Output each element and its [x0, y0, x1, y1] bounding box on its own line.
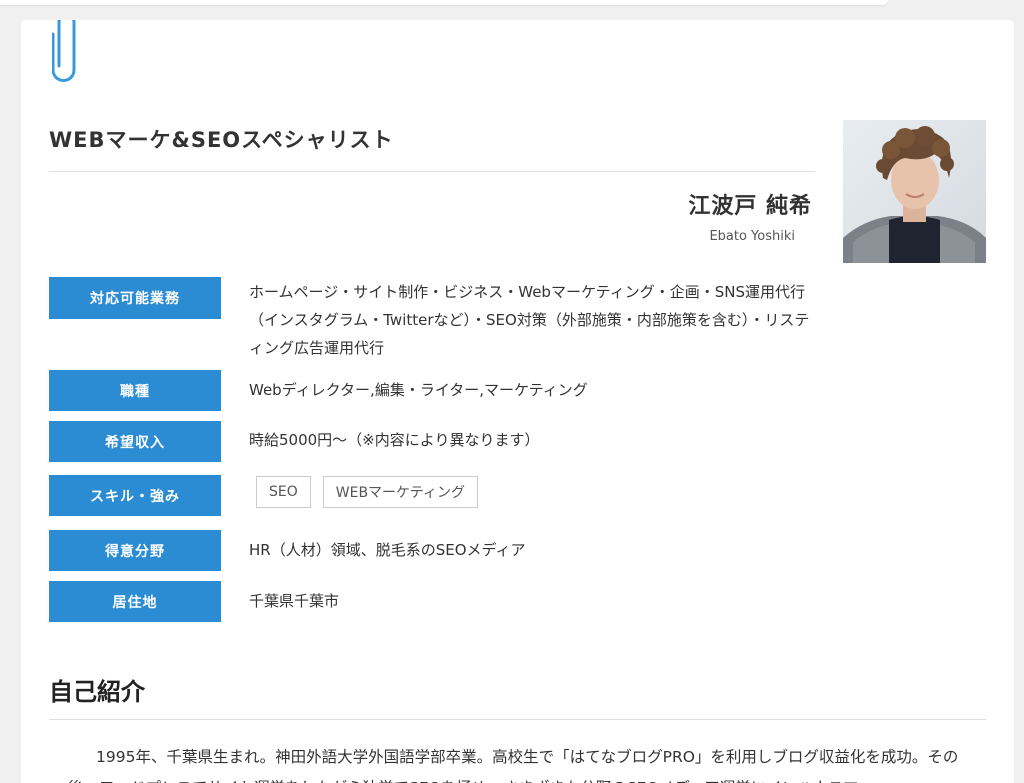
- detail-value-services: ホームページ・サイト制作・ビジネス・Webマーケティング・企画・SNS運用代行（…: [249, 283, 810, 357]
- detail-value-occupation: Webディレクター,編集・ライター,マーケティング: [249, 381, 588, 399]
- skill-tag: SEO: [256, 476, 311, 508]
- detail-label-residence: 居住地: [49, 581, 221, 622]
- detail-label-desired-income: 希望収入: [49, 421, 221, 462]
- intro-divider: [49, 719, 986, 720]
- detail-label-skills: スキル・強み: [49, 475, 221, 516]
- detail-label-specialty: 得意分野: [49, 530, 221, 571]
- profile-card: WEBマーケ&SEOスペシャリスト 江波戸 純希 Ebato Yoshiki 対…: [21, 20, 1014, 783]
- detail-value-desired-income: 時給5000円〜（※内容により異なります）: [249, 431, 540, 449]
- paperclip-icon: [52, 20, 76, 82]
- title-divider: [49, 171, 815, 172]
- skill-tag: WEBマーケティング: [322, 476, 478, 508]
- page-title: WEBマーケ&SEOスペシャリスト: [49, 128, 394, 152]
- detail-label-occupation: 職種: [49, 370, 221, 411]
- intro-heading: 自己紹介: [49, 678, 145, 706]
- skill-tags: SEO WEBマーケティング: [256, 476, 478, 508]
- profile-name: 江波戸 純希: [688, 194, 812, 219]
- previous-card-edge: [0, 0, 888, 5]
- detail-value-specialty: HR（人材）領域、脱毛系のSEOメディア: [249, 541, 526, 559]
- detail-label-services: 対応可能業務: [49, 277, 221, 319]
- detail-value-residence: 千葉県千葉市: [249, 592, 340, 610]
- profile-photo: [843, 120, 986, 263]
- intro-paragraph: 1995年、千葉県生まれ。神田外語大学外国語学部卒業。高校生で「はてなブログPR…: [68, 748, 959, 783]
- profile-name-romaji: Ebato Yoshiki: [709, 229, 795, 244]
